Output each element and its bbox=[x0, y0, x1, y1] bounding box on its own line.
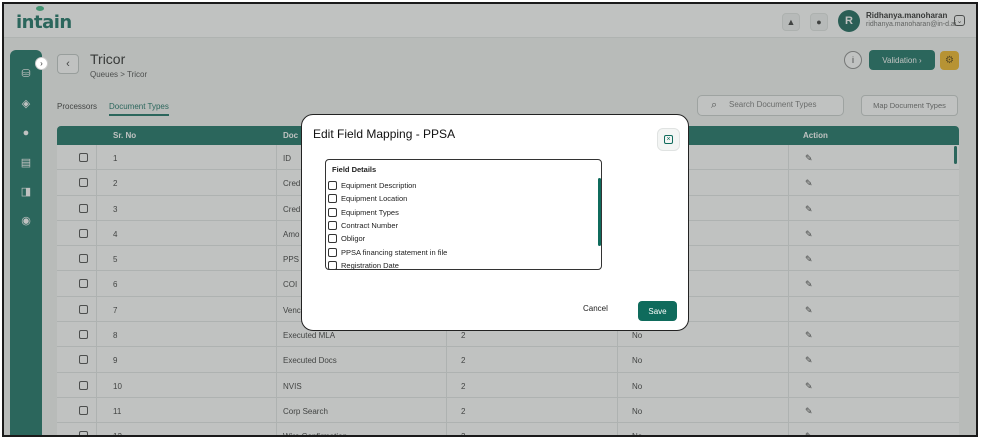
field-item[interactable]: Registration Date bbox=[328, 260, 399, 270]
modal-close-button[interactable]: × bbox=[657, 128, 680, 151]
cancel-button[interactable]: Cancel bbox=[583, 304, 608, 313]
field-checkbox[interactable] bbox=[328, 247, 337, 257]
field-label: Registration Date bbox=[341, 260, 399, 270]
field-label: Equipment Types bbox=[341, 207, 399, 217]
field-list-scrollbar[interactable] bbox=[598, 178, 601, 246]
field-item[interactable]: Equipment Description bbox=[328, 180, 416, 191]
app-window: intain ▲ ● R Ridhanya.manoharan ridhanya… bbox=[2, 2, 978, 437]
sidebar-expand-icon[interactable]: › bbox=[35, 57, 48, 70]
save-button[interactable]: Save bbox=[638, 301, 677, 321]
field-checkbox[interactable] bbox=[328, 220, 337, 230]
field-checkbox[interactable] bbox=[328, 194, 337, 204]
field-details-list[interactable]: Field Details Equipment Description Equip… bbox=[325, 159, 602, 270]
field-label: Obligor bbox=[341, 234, 366, 244]
field-item[interactable]: Equipment Location bbox=[328, 193, 407, 204]
page-scrollbar[interactable] bbox=[976, 146, 978, 437]
field-label: Equipment Description bbox=[341, 181, 417, 190]
field-checkbox[interactable] bbox=[328, 207, 337, 217]
field-label: PPSA financing statement in file bbox=[341, 247, 448, 257]
field-item[interactable]: PPSA financing statement in file bbox=[328, 247, 447, 258]
close-icon: × bbox=[664, 135, 673, 144]
field-checkbox[interactable] bbox=[328, 234, 337, 244]
field-details-label: Field Details bbox=[332, 165, 377, 174]
field-item[interactable]: Obligor bbox=[328, 233, 365, 244]
field-label: Equipment Location bbox=[341, 194, 408, 204]
modal-title: Edit Field Mapping - PPSA bbox=[313, 127, 456, 141]
field-checkbox[interactable] bbox=[328, 260, 337, 269]
field-item[interactable]: Contract Number bbox=[328, 220, 398, 231]
field-label: Contract Number bbox=[341, 220, 399, 230]
field-checkbox[interactable] bbox=[328, 181, 337, 190]
edit-field-mapping-modal: Edit Field Mapping - PPSA × Field Detail… bbox=[301, 114, 689, 331]
field-item[interactable]: Equipment Types bbox=[328, 207, 399, 218]
